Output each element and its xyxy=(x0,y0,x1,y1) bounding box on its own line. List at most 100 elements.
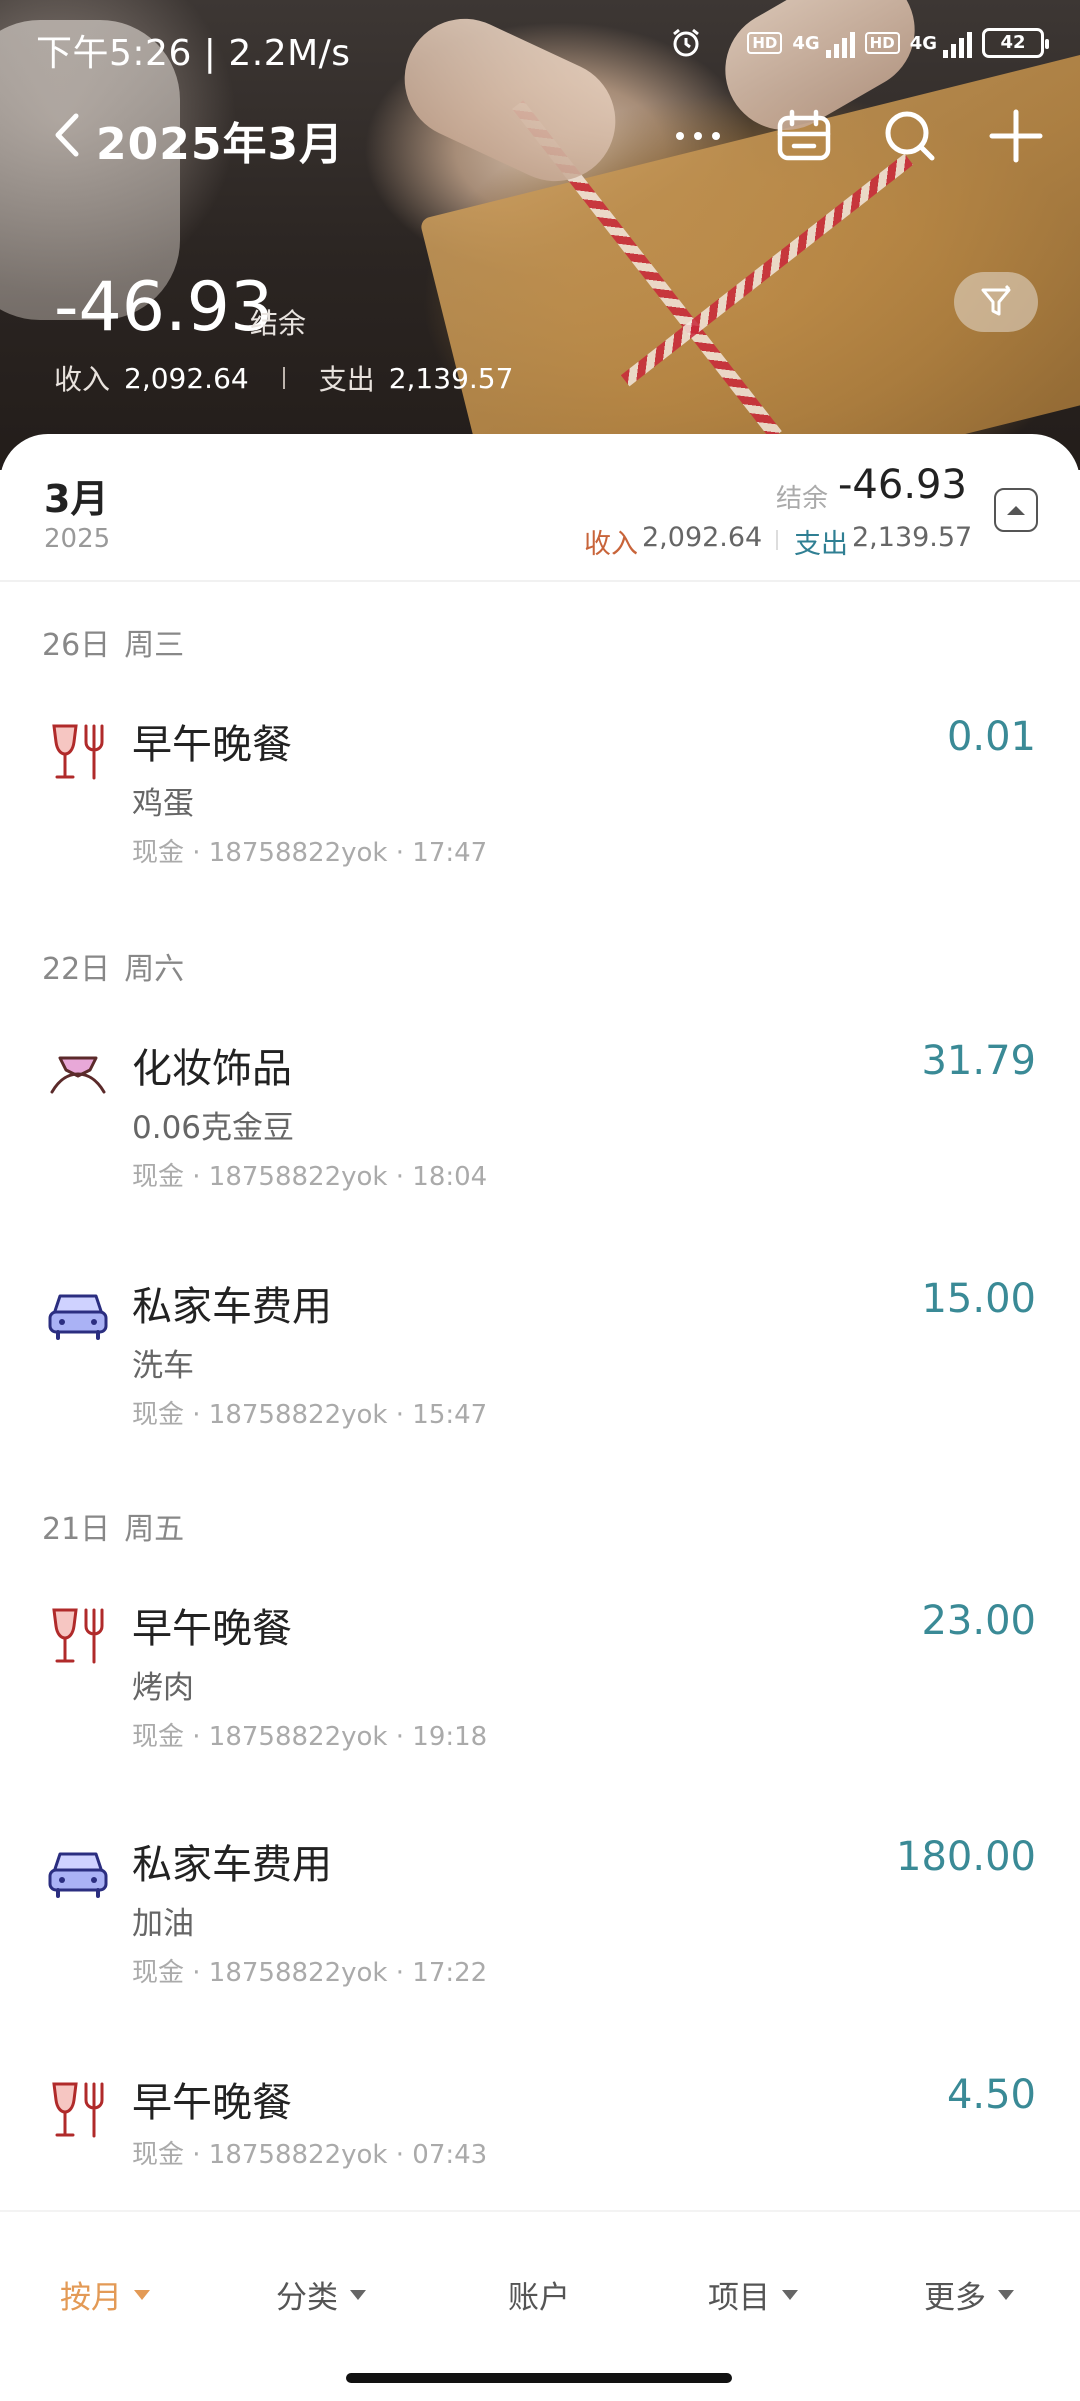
divider xyxy=(282,367,285,389)
hd-badge: HD xyxy=(747,32,783,54)
status-bar: 下午5:26 | 2.2M/s HD 4G HD 4G 42 xyxy=(0,0,1080,96)
battery-icon: 42 xyxy=(982,28,1049,58)
month-expense-label: 支出 xyxy=(794,529,848,560)
tab-more[interactable]: 更多 xyxy=(924,2272,1014,2317)
tab-by-month[interactable]: 按月 xyxy=(60,2272,150,2317)
transaction-note: 鸡蛋 xyxy=(132,786,194,822)
day-date: 22日 xyxy=(42,952,111,987)
transaction-item[interactable]: 私家车费用 加油 现金 · 18758822yok · 17:22 180.00 xyxy=(0,1832,1080,2032)
month-label: 3月 xyxy=(44,477,109,521)
caret-down-icon xyxy=(782,2289,798,2300)
search-icon[interactable] xyxy=(878,104,942,168)
transaction-meta: 现金 · 18758822yok · 19:18 xyxy=(132,1722,488,1752)
transaction-item[interactable]: 早午晚餐 鸡蛋 现金 · 18758822yok · 17:47 0.01 xyxy=(0,712,1080,912)
month-income-amount: 2,092.64 xyxy=(642,522,763,553)
day-date: 21日 xyxy=(42,1512,111,1547)
transaction-item[interactable]: 早午晚餐 烤肉 现金 · 18758822yok · 19:18 23.00 xyxy=(0,1596,1080,1796)
caret-down-icon xyxy=(998,2289,1014,2300)
home-indicator[interactable] xyxy=(346,2373,732,2383)
bottom-toolbar: 按月 分类 账户 项目 更多 xyxy=(0,2210,1080,2360)
header-income-amount: 2,092.64 xyxy=(124,361,249,395)
transaction-note: 0.06克金豆 xyxy=(132,1110,295,1146)
transaction-amount: 180.00 xyxy=(896,1834,1036,1880)
transaction-meta: 现金 · 18758822yok · 15:47 xyxy=(132,1400,488,1430)
back-arrow-icon[interactable] xyxy=(48,110,88,160)
filter-icon xyxy=(981,284,1011,316)
alarm-icon xyxy=(673,28,700,57)
day-weekday: 周六 xyxy=(124,952,185,987)
tab-project[interactable]: 项目 xyxy=(708,2272,798,2317)
transaction-category: 私家车费用 xyxy=(132,1842,332,1888)
transaction-amount: 4.50 xyxy=(946,2072,1036,2118)
day-weekday: 周三 xyxy=(124,628,185,663)
tab-label: 账户 xyxy=(508,2280,570,2316)
transaction-amount: 0.01 xyxy=(946,714,1036,760)
transaction-meta: 现金 · 18758822yok · 07:43 xyxy=(132,2140,488,2170)
day-header: 26日 周三 xyxy=(42,620,184,664)
transaction-note: 洗车 xyxy=(132,1348,194,1384)
month-summary-card[interactable]: 3月 2025 结余 -46.93 收入 2,092.64 支出 2,139.5… xyxy=(0,434,1080,582)
transaction-meta: 现金 · 18758822yok · 17:47 xyxy=(132,838,488,868)
header-income-label: 收入 xyxy=(54,363,111,396)
diamond-ring-icon xyxy=(50,1056,106,1094)
tab-account[interactable]: 账户 xyxy=(508,2272,570,2317)
year-label: 2025 xyxy=(44,524,111,554)
transaction-note: 加油 xyxy=(132,1906,194,1942)
tab-label: 分类 xyxy=(276,2280,338,2316)
header-income-expense: 收入 2,092.64 支出 2,139.57 xyxy=(54,358,513,398)
transaction-amount: 31.79 xyxy=(921,1038,1036,1084)
transaction-note: 烤肉 xyxy=(132,1670,194,1706)
day-date: 26日 xyxy=(42,628,111,663)
network-type: 4G xyxy=(792,32,820,54)
collapse-up-icon xyxy=(1007,506,1025,515)
hd-badge: HD xyxy=(864,32,900,54)
transaction-category: 早午晚餐 xyxy=(132,2080,292,2126)
divider xyxy=(776,530,778,550)
caret-down-icon xyxy=(350,2289,366,2300)
wine-fork-icon xyxy=(52,1608,104,1664)
wine-fork-icon xyxy=(52,2082,104,2138)
car-icon xyxy=(48,1294,108,1340)
transaction-category: 私家车费用 xyxy=(132,1284,332,1330)
status-time: 下午5:26 | 2.2M/s xyxy=(36,33,351,74)
signal-icon xyxy=(943,28,972,58)
header-balance-amount: -46.93 xyxy=(54,268,274,347)
transaction-meta: 现金 · 18758822yok · 18:04 xyxy=(132,1162,488,1192)
day-weekday: 周五 xyxy=(124,1512,185,1547)
day-header: 22日 周六 xyxy=(42,944,184,988)
transaction-item[interactable]: 化妆饰品 0.06克金豆 现金 · 18758822yok · 18:04 31… xyxy=(0,1036,1080,1236)
transaction-category: 早午晚餐 xyxy=(132,722,292,768)
header-balance-label: 结余 xyxy=(250,307,307,340)
network-type: 4G xyxy=(909,32,937,54)
more-icon[interactable] xyxy=(666,104,730,168)
wine-fork-icon xyxy=(52,724,104,780)
transaction-category: 早午晚餐 xyxy=(132,1606,292,1652)
month-expense-amount: 2,139.57 xyxy=(852,522,973,553)
month-balance-amount: -46.93 xyxy=(838,462,967,508)
add-icon[interactable] xyxy=(984,104,1048,168)
month-balance-label: 结余 xyxy=(776,484,829,514)
collapse-button[interactable] xyxy=(994,488,1038,532)
tab-label: 按月 xyxy=(60,2280,122,2316)
transaction-item[interactable]: 早午晚餐 现金 · 18758822yok · 07:43 4.50 xyxy=(0,2070,1080,2190)
tab-category[interactable]: 分类 xyxy=(276,2272,366,2317)
tab-label: 更多 xyxy=(924,2280,986,2316)
status-icons: HD 4G HD 4G 42 xyxy=(673,28,1049,58)
transaction-sheet: 3月 2025 结余 -46.93 收入 2,092.64 支出 2,139.5… xyxy=(0,434,1080,2401)
filter-button[interactable] xyxy=(954,272,1038,332)
caret-down-icon xyxy=(134,2289,150,2300)
transaction-amount: 15.00 xyxy=(921,1276,1036,1322)
month-income-label: 收入 xyxy=(584,529,638,560)
signal-icon xyxy=(825,28,855,58)
header-expense-amount: 2,139.57 xyxy=(388,361,514,395)
transaction-item[interactable]: 私家车费用 洗车 现金 · 18758822yok · 15:47 15.00 xyxy=(0,1274,1080,1474)
page-title[interactable]: 2025年3月 xyxy=(96,108,344,172)
car-icon xyxy=(48,1852,108,1898)
day-header: 21日 周五 xyxy=(42,1504,184,1548)
transaction-meta: 现金 · 18758822yok · 17:22 xyxy=(132,1958,488,1988)
transaction-amount: 23.00 xyxy=(921,1598,1036,1644)
header-expense-label: 支出 xyxy=(318,363,375,396)
transaction-category: 化妆饰品 xyxy=(132,1046,292,1092)
tab-label: 项目 xyxy=(708,2280,770,2316)
calendar-icon[interactable] xyxy=(772,104,836,168)
